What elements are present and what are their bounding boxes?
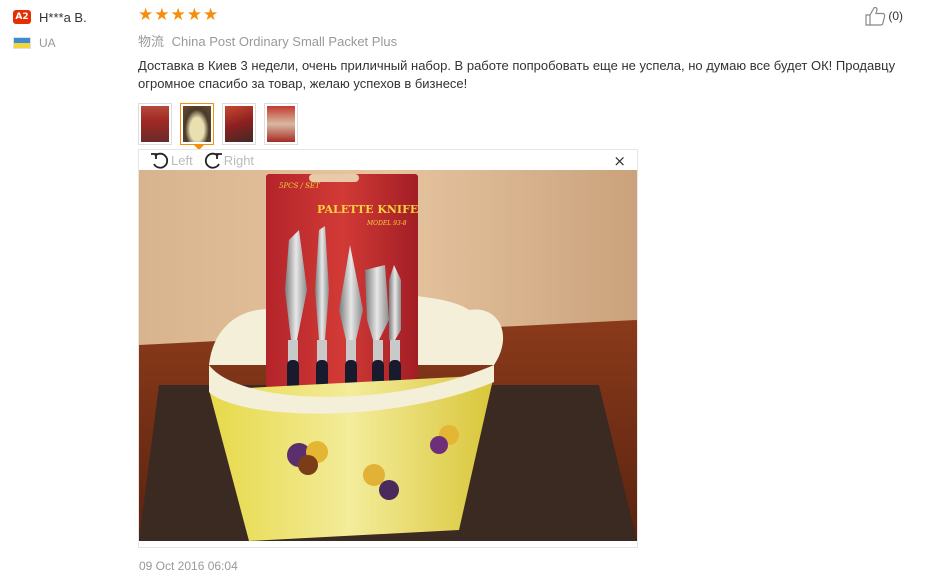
buyer-info: A2 H***a B. UA [13, 8, 133, 52]
buyer-name-row: A2 H***a B. [13, 8, 133, 26]
photo-thumbnail-selected[interactable] [180, 103, 214, 150]
photo-thumbnail[interactable] [138, 103, 172, 145]
viewer-toolbar: Left Right × [139, 150, 637, 170]
logistics-info: 物流 China Post Ordinary Small Packet Plus [138, 31, 908, 50]
review-body: ★ ★ ★ ★ ★ (0) 物流 China Post Ordinary Sma… [138, 6, 908, 150]
review-photo-image: 5PCS / SET PALETTE KNIFE MODEL 93-8 [139, 170, 637, 541]
rotate-right-button[interactable]: Right [202, 150, 254, 170]
review-photo-thumbnails [138, 103, 908, 150]
star-icon: ★ [138, 4, 154, 25]
helpful-button[interactable]: (0) [864, 6, 903, 26]
review-photo: 5PCS / SET PALETTE KNIFE MODEL 93-8 [139, 170, 637, 541]
buyer-country-row: UA [13, 34, 133, 52]
photo-thumbnail[interactable] [222, 103, 256, 145]
package-model-text: MODEL 93-8 [366, 220, 407, 227]
rotate-left-icon [151, 152, 169, 169]
rotate-left-button[interactable]: Left [149, 150, 193, 170]
star-icon: ★ [186, 4, 202, 25]
logistics-label: 物流 [138, 35, 165, 50]
package-brand-text: PALETTE KNIFE [317, 203, 418, 216]
buyer-country: UA [39, 36, 56, 50]
thumbs-up-icon[interactable] [864, 6, 886, 26]
package-pcs-text: 5PCS / SET [279, 182, 321, 190]
star-rating: ★ ★ ★ ★ ★ [138, 6, 908, 24]
buyer-level-badge: A2 [13, 10, 31, 24]
close-viewer-button[interactable]: × [613, 152, 626, 170]
rotate-right-label: Right [223, 152, 255, 168]
photo-viewer: Left Right × 5PCS / SET PALETTE KNIFE MO… [138, 149, 638, 548]
star-icon: ★ [203, 4, 219, 25]
helpful-count: (0) [888, 9, 903, 23]
ukraine-flag-icon [13, 37, 31, 49]
star-icon: ★ [154, 4, 170, 25]
photo-thumbnail[interactable] [264, 103, 298, 145]
rotate-left-label: Left [171, 152, 193, 168]
buyer-name: H***a B. [39, 9, 87, 25]
review-text: Доставка в Киев 3 недели, очень приличны… [138, 58, 896, 91]
review-date: 09 Oct 2016 06:04 [139, 559, 238, 573]
rotate-right-icon [204, 152, 222, 169]
star-icon: ★ [170, 4, 186, 25]
logistics-method: China Post Ordinary Small Packet Plus [171, 34, 398, 49]
